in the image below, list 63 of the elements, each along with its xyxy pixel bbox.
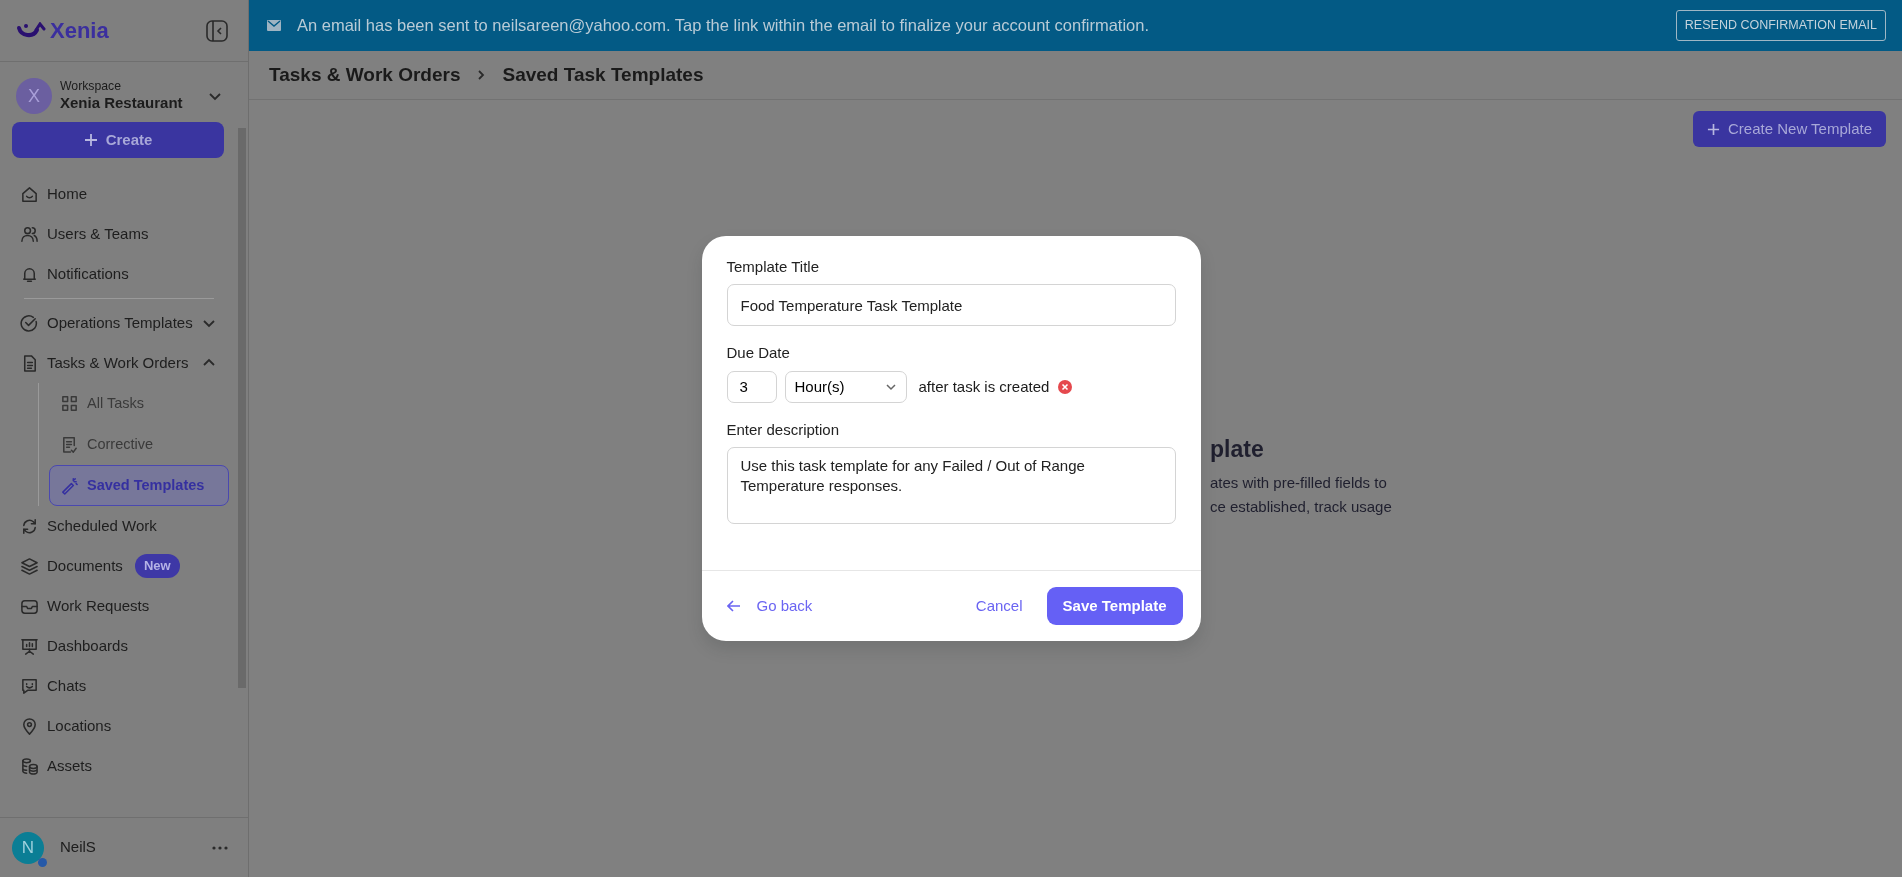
breadcrumb-item[interactable]: Tasks & Work Orders [269,60,461,90]
refresh-icon [20,516,39,536]
sidebar-subitem[interactable]: Saved Templates [49,465,229,506]
new-badge: New [134,554,180,578]
checklist-icon [60,435,79,454]
presentation-icon [20,636,39,656]
sidebar-item[interactable]: Locations [0,706,238,746]
collapse-sidebar-icon[interactable] [206,19,228,42]
empty-state-text: ates with pre-filled fields to [1210,472,1388,493]
sidebar-item[interactable]: Home [0,174,238,214]
plus-icon [1707,122,1721,136]
banner-message: An email has been sent to neilsareen@yahoo.com. Tap the link within the email to finalize your account confirmation. [297,15,1150,37]
workspace-label: Workspace [60,78,123,95]
grid-icon [60,394,79,413]
arrow-left-icon [726,600,741,613]
empty-state-text: ce established, track usage [1210,496,1392,517]
location-pin-icon [20,716,39,736]
save-template-button[interactable]: Save Template [1046,587,1183,626]
magic-wand-icon [60,476,79,495]
home-icon [20,184,39,204]
more-options-icon[interactable] [212,845,228,850]
smile-logo-icon [16,21,46,40]
database-icon [20,756,39,776]
chevron-right-icon [476,69,487,81]
plus-icon [83,133,98,147]
sidebar-item[interactable]: Assets [0,746,238,786]
due-amount-field[interactable]: 3 [726,370,777,403]
description-field[interactable]: Use this task template for any Failed / Out of Range Temperature responses. [726,447,1176,525]
sidebar-item[interactable]: Scheduled Work [0,506,238,546]
template-title-field[interactable]: Food Temperature Task Template [726,284,1176,327]
sidebar-item[interactable]: Chats [0,666,238,706]
users-icon [20,224,39,244]
mail-icon [267,20,281,31]
field-label: Due Date [726,343,791,364]
sidebar-item[interactable]: Operations Templates [0,303,238,343]
user-name: NeilS [60,837,97,858]
layers-icon [20,556,39,576]
resend-email-button[interactable]: RESEND CONFIRMATION EMAIL [1675,10,1886,41]
sidebar-subitem[interactable]: Corrective [49,424,229,465]
user-avatar: N [12,831,44,864]
workspace-name[interactable]: Xenia Restaurant [60,94,200,114]
create-button[interactable]: Create [12,122,224,158]
sidebar-item[interactable]: Users & Teams [0,214,238,254]
field-label: Template Title [726,256,821,277]
clear-icon[interactable] [1057,378,1074,395]
sidebar-item[interactable]: Dashboards [0,626,238,666]
app-logo-text: Xenia [50,17,109,45]
sidebar-item[interactable]: Notifications [0,254,238,294]
due-unit-dropdown[interactable]: Hour(s) [784,370,907,403]
check-circle-icon [20,313,39,333]
sidebar-subitem[interactable]: All Tasks [49,383,229,424]
field-label: Enter description [726,419,841,440]
breadcrumb-item: Saved Task Templates [502,62,704,87]
create-new-template-button[interactable]: Create New Template [1693,111,1886,147]
sidebar-item[interactable]: Documents New [0,546,238,586]
empty-state-heading: plate [1210,435,1265,464]
chat-icon [20,676,39,696]
go-back-link[interactable]: Go back [726,595,813,618]
sidebar-item[interactable]: Work Requests [0,586,238,626]
due-date-suffix: after task is created [918,376,1050,397]
cancel-button[interactable]: Cancel [967,595,1031,618]
sidebar-item[interactable]: Tasks & Work Orders [0,343,238,383]
workspace-avatar: X [16,78,52,114]
